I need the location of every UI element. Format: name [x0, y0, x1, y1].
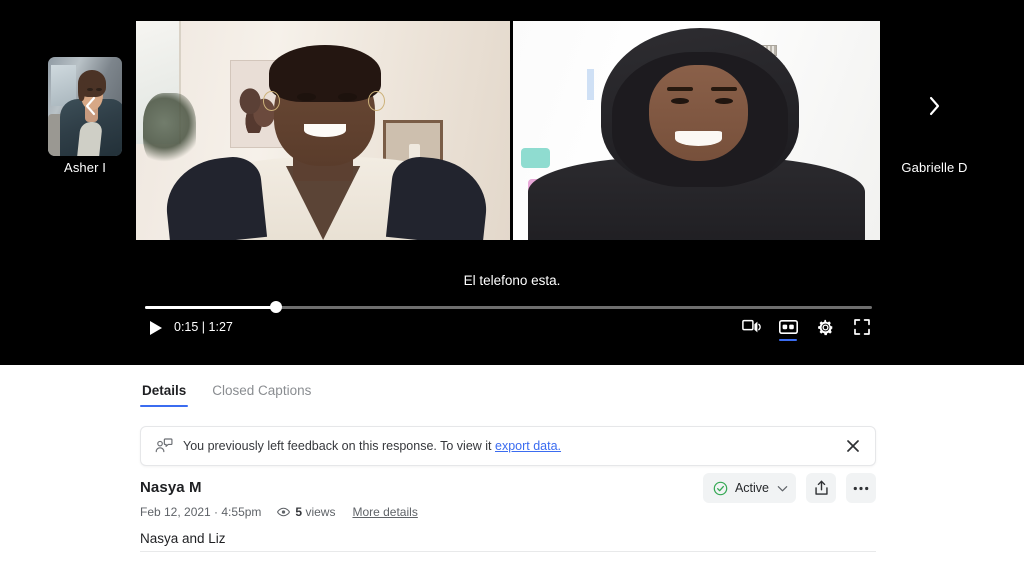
close-banner-button[interactable] — [843, 436, 863, 456]
feedback-banner: You previously left feedback on this res… — [140, 426, 876, 466]
feedback-banner-text: You previously left feedback on this res… — [183, 439, 843, 453]
tab-details[interactable]: Details — [140, 379, 189, 407]
fullscreen-button[interactable] — [852, 316, 872, 338]
section-divider — [140, 551, 876, 552]
export-data-link[interactable]: export data. — [495, 439, 561, 453]
tab-bar: Details Closed Captions — [140, 379, 313, 407]
chevron-down-icon — [777, 485, 788, 491]
cast-button[interactable] — [741, 316, 761, 338]
more-options-button[interactable] — [846, 473, 876, 503]
play-button[interactable] — [145, 317, 167, 339]
video-tile-right — [510, 21, 880, 240]
check-circle-icon — [713, 481, 728, 495]
metadata-row: Feb 12, 2021 · 4:55pm 5 views More detai… — [140, 505, 418, 519]
play-icon — [150, 321, 162, 335]
time-display: 0:15 | 1:27 — [174, 320, 233, 334]
details-panel: Details Closed Captions You previously l… — [0, 365, 1024, 566]
video-caption-text: El telefono esta. — [463, 273, 561, 288]
progress-scrubber[interactable] — [145, 300, 872, 314]
progress-handle[interactable] — [269, 301, 282, 313]
eye-icon — [277, 507, 291, 517]
status-dropdown[interactable]: Active — [702, 473, 796, 503]
video-player: Asher I Gabrielle D El telefono esta. 0:… — [0, 0, 1024, 365]
video-tile-left — [136, 21, 511, 240]
player-controls: 0:15 | 1:27 — [145, 316, 872, 342]
settings-button[interactable] — [815, 316, 835, 338]
tab-closed-captions[interactable]: Closed Captions — [210, 379, 313, 407]
action-bar: Active — [702, 473, 876, 503]
closed-captions-icon — [778, 320, 798, 334]
share-button[interactable] — [806, 473, 836, 503]
closed-captions-active-indicator — [779, 339, 797, 341]
video-stage[interactable] — [136, 21, 880, 240]
fullscreen-icon — [854, 319, 870, 335]
settings-gear-icon — [817, 319, 832, 335]
share-upload-icon — [814, 480, 828, 495]
chevron-left-icon — [85, 96, 95, 116]
closed-captions-button[interactable] — [778, 316, 798, 341]
views-count: 5 views — [295, 505, 336, 519]
recording-metadata: Nasya M Feb 12, 2021 · 4:55pm 5 views Mo… — [140, 479, 418, 546]
recording-date: Feb 12, 2021 · 4:55pm — [140, 505, 262, 519]
next-participant-button[interactable] — [920, 92, 948, 120]
page-title: Nasya M — [140, 479, 202, 496]
previous-participant-button[interactable] — [76, 92, 104, 120]
chevron-right-icon — [929, 96, 939, 116]
progress-fill — [145, 306, 276, 309]
recording-description: Nasya and Liz — [140, 531, 226, 546]
more-horizontal-icon — [853, 486, 869, 490]
more-details-link[interactable]: More details — [352, 505, 417, 519]
cast-icon — [741, 319, 761, 333]
participant-label-right: Gabrielle D — [901, 160, 968, 175]
feedback-person-icon — [155, 438, 173, 453]
feedback-banner-message: You previously left feedback on this res… — [183, 439, 495, 453]
close-icon — [847, 440, 859, 452]
status-badge: Active — [734, 481, 769, 495]
